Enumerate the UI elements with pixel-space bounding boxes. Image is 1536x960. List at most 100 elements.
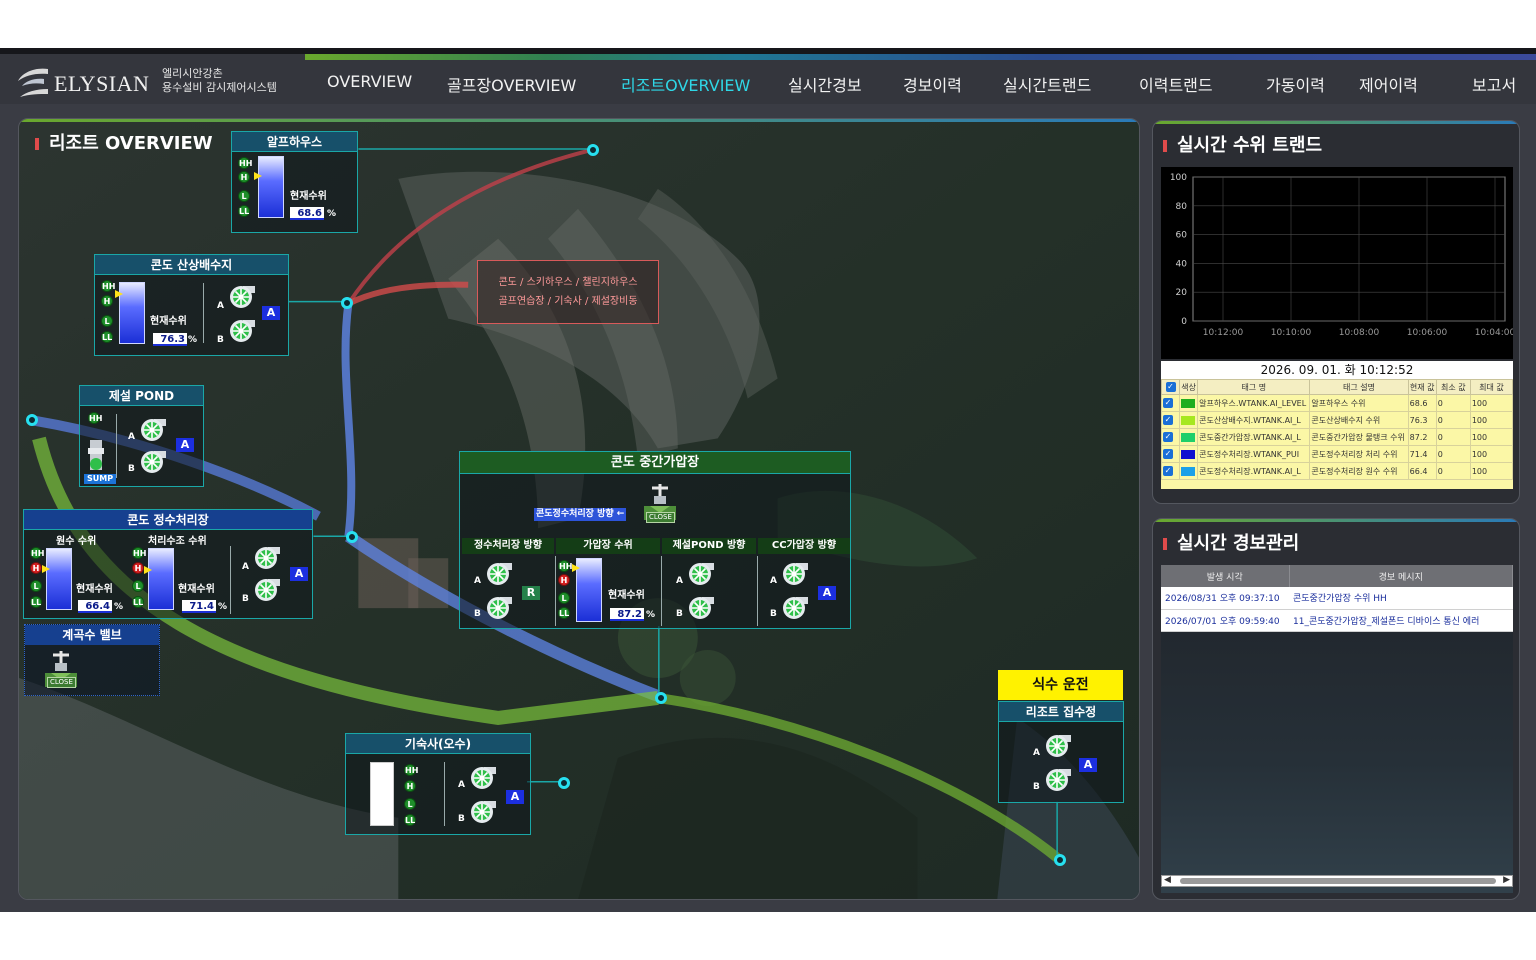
nav-overview[interactable]: OVERVIEW bbox=[327, 72, 412, 91]
alarm-horizontal-scrollbar[interactable]: ◀ ▶ bbox=[1161, 875, 1513, 887]
pump-icon[interactable] bbox=[229, 317, 257, 343]
station-condo-water-treatment[interactable]: 콘도 정수처리장 원수 수위 처리수조 수위 HH H L LL 현재수위 66… bbox=[23, 509, 313, 619]
col-max: 최대 값 bbox=[1469, 379, 1514, 395]
station-condo-upper-reservoir[interactable]: 콘도 산상배수지 HH H L LL 현재수위 76.3 % A A B bbox=[94, 254, 289, 356]
nav-operation-history[interactable]: 가동이력 bbox=[1266, 72, 1325, 96]
pump-a-label: A bbox=[1033, 748, 1040, 758]
pump-icon[interactable] bbox=[782, 594, 810, 620]
pump-icon[interactable] bbox=[229, 283, 257, 309]
pump-icon[interactable] bbox=[782, 560, 810, 586]
row-min: 0 bbox=[1435, 462, 1471, 480]
y-tick-label: 20 bbox=[1176, 288, 1188, 298]
pump-icon[interactable] bbox=[254, 576, 282, 602]
sub-head-booster-level: 가압장 수위 bbox=[556, 538, 660, 554]
divider bbox=[230, 546, 231, 614]
table-row[interactable]: ✓ 알프하우스.WTANK.AI_LEVEL 알프하우스 수위 68.6 0 100 bbox=[1160, 394, 1514, 412]
pump-icon[interactable] bbox=[470, 764, 498, 790]
nav-alarm-history[interactable]: 경보이력 bbox=[903, 72, 962, 96]
pump-icon[interactable] bbox=[688, 594, 716, 620]
station-alps-house[interactable]: 알프하우스 HH H L LL 현재수위 68.6 % bbox=[231, 131, 358, 233]
row-color-swatch bbox=[1179, 428, 1199, 446]
row-tag-name: 콘도정수처리장.WTANK.AI_L bbox=[1197, 462, 1311, 480]
x-tick-label: 10:10:00 bbox=[1271, 328, 1312, 338]
nav-realtime-trend[interactable]: 실시간트랜드 bbox=[1003, 72, 1091, 96]
row-min: 0 bbox=[1435, 394, 1471, 412]
station-snow-pond[interactable]: 제설 POND HH SUMP A A B bbox=[79, 385, 204, 487]
table-row[interactable]: ✓ 콘도산상배수지.WTANK.AI_L 콘도산상배수지 수위 76.3 0 100 bbox=[1160, 411, 1514, 429]
flow-node-purify[interactable] bbox=[346, 531, 358, 543]
alarm-row[interactable]: 2026/07/01 오후 09:59:40 11_콘도중간가압장_제설폰드 디바… bbox=[1161, 609, 1513, 632]
pump-b-label: B bbox=[217, 335, 224, 345]
row-tag-name: 콘도정수처리장.WTANK_PUI bbox=[1197, 445, 1311, 463]
flow-node-dorm[interactable] bbox=[558, 777, 570, 789]
pump-icon[interactable] bbox=[470, 798, 498, 824]
table-row[interactable]: ✓ 콘도중간가압장.WTANK.AI_L 콘도중간가압장 물탱크 수위 87.2 0 10… bbox=[1160, 428, 1514, 446]
sub-head-pond-direction: 제설POND 방향 bbox=[662, 538, 756, 554]
row-checkbox[interactable]: ✓ bbox=[1160, 445, 1181, 463]
pump-a-badge: A bbox=[262, 306, 280, 320]
station-title: 기숙사(오수) bbox=[346, 734, 530, 754]
alarm-message: 11_콘도중간가압장_제설폰드 디바이스 통신 에러 bbox=[1289, 609, 1513, 632]
lamp-l: L bbox=[30, 580, 42, 592]
pump-icon[interactable] bbox=[254, 544, 282, 570]
nav-control-history[interactable]: 제어이력 bbox=[1359, 72, 1418, 96]
pump-b-label: B bbox=[128, 464, 135, 474]
station-condo-mid-booster[interactable]: 콘도 중간가압장 콘도정수처리장 방향 ← CLOSE 정수처리장 방향 가압장… bbox=[459, 451, 851, 629]
level-marker bbox=[115, 290, 123, 298]
brand-name: ELYSIAN bbox=[54, 71, 150, 96]
table-row[interactable]: ✓ 콘도정수처리장.WTANK.AI_L 콘도정수처리장 원수 수위 66.4 0 100 bbox=[1160, 462, 1514, 480]
lamp-l: L bbox=[404, 798, 416, 810]
nav-golf-overview[interactable]: 골프장OVERVIEW bbox=[447, 72, 576, 96]
nav-resort-overview[interactable]: 리조트OVERVIEW bbox=[621, 72, 750, 96]
scroll-right-icon[interactable]: ▶ bbox=[1503, 875, 1510, 885]
pump-icon[interactable] bbox=[140, 416, 168, 442]
scroll-left-icon[interactable]: ◀ bbox=[1164, 875, 1171, 885]
panel-accent bbox=[19, 119, 1139, 122]
row-checkbox[interactable]: ✓ bbox=[1160, 462, 1181, 480]
nav-realtime-alarm[interactable]: 실시간경보 bbox=[788, 72, 862, 96]
alarm-row[interactable]: 2026/08/31 오후 09:37:10 콘도중간가압장 수위 HH bbox=[1161, 587, 1513, 610]
nav-history-trend[interactable]: 이력트랜드 bbox=[1139, 72, 1213, 96]
table-header-row: ✓ 색상 태그 명 태그 설명 현재 값 최소 값 최대 값 bbox=[1160, 379, 1514, 395]
flow-node-upper[interactable] bbox=[341, 297, 353, 309]
row-checkbox[interactable]: ✓ bbox=[1160, 394, 1181, 412]
row-checkbox[interactable]: ✓ bbox=[1160, 411, 1181, 429]
trend-title: 실시간 수위 트랜드 bbox=[1163, 131, 1322, 157]
station-resort-collection-well[interactable]: 리조트 집수정 A A B bbox=[998, 701, 1124, 803]
row-checkbox[interactable]: ✓ bbox=[1160, 428, 1181, 446]
flow-node-alps[interactable] bbox=[587, 144, 599, 156]
row-tag-desc: 콘도산상배수지 수위 bbox=[1309, 411, 1409, 429]
nav-report[interactable]: 보고서 bbox=[1472, 72, 1516, 96]
pump-icon[interactable] bbox=[1045, 766, 1073, 792]
pump-icon[interactable] bbox=[486, 594, 514, 620]
pump-icon[interactable] bbox=[140, 448, 168, 474]
flow-node-well[interactable] bbox=[1054, 854, 1066, 866]
scroll-thumb[interactable] bbox=[1180, 878, 1496, 884]
trend-chart[interactable]: 100 80 60 40 20 0 10:12:00 10:10:00 10:08:00 10:0… bbox=[1161, 167, 1515, 359]
run-status-badge: 식수 운전 bbox=[998, 670, 1123, 700]
pump-b-label: B bbox=[676, 609, 683, 619]
x-tick-label: 10:12:00 bbox=[1203, 328, 1244, 338]
brand-subtitle: 엘리시안강촌 용수설비 감시제어시스템 bbox=[162, 67, 277, 95]
select-all-checkbox[interactable]: ✓ bbox=[1160, 379, 1181, 395]
row-min: 0 bbox=[1435, 428, 1471, 446]
pump-icon[interactable] bbox=[688, 560, 716, 586]
pump-a-label: A bbox=[474, 576, 481, 586]
lamp-h: H bbox=[101, 295, 113, 307]
flow-node-mid[interactable] bbox=[655, 692, 667, 704]
row-min: 0 bbox=[1435, 411, 1471, 429]
flow-node-pond[interactable] bbox=[26, 414, 38, 426]
pump-icon[interactable] bbox=[486, 560, 514, 586]
lamp-ll: LL bbox=[238, 205, 250, 217]
lamp-h-alarm: H bbox=[30, 562, 42, 574]
station-dormitory-sewage[interactable]: 기숙사(오수) HH H L LL A A B bbox=[345, 733, 531, 835]
lamp-l: L bbox=[238, 190, 250, 202]
pump-icon[interactable] bbox=[1045, 732, 1073, 758]
row-tag-name: 알프하우스.WTANK.AI_LEVEL bbox=[1197, 394, 1311, 412]
table-row[interactable]: ✓ 콘도정수처리장.WTANK_PUI 콘도정수처리장 처리 수위 71.4 0 100 bbox=[1160, 445, 1514, 463]
brand-logo[interactable]: ELYSIAN 엘리시안강촌 용수설비 감시제어시스템 bbox=[14, 62, 304, 102]
current-level-label: 현재수위 bbox=[608, 590, 645, 601]
realtime-trend-panel: 실시간 수위 트랜드 100 80 60 40 20 0 10:12:00 10:10:00 1… bbox=[1152, 120, 1520, 504]
station-valley-water-valve[interactable]: 계곡수 밸브 CLOSE bbox=[24, 624, 160, 696]
lamp-hh: HH bbox=[558, 560, 573, 572]
